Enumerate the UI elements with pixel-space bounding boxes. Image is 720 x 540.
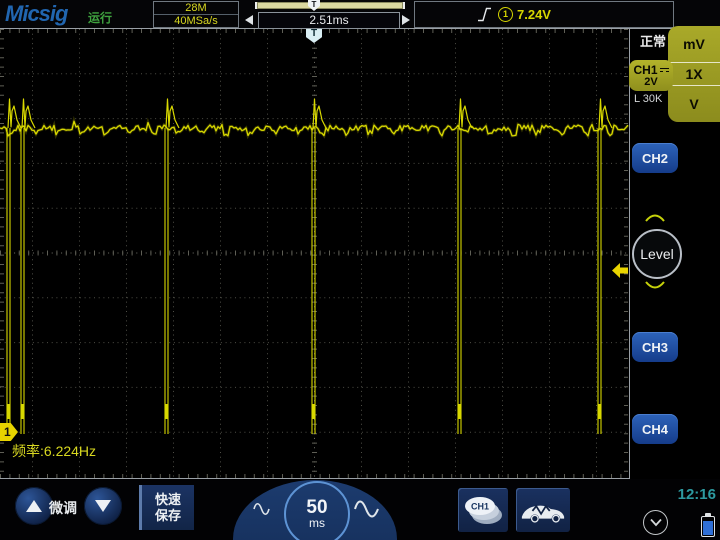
oscilloscope-screen: Micsig 运行 28M 40MSa/s T 2.51ms 1 7.24V T…	[0, 0, 720, 540]
ch1-bandwidth-label: L 30K	[634, 93, 663, 105]
top-status-bar: Micsig 运行 28M 40MSa/s T 2.51ms 1 7.24V	[0, 0, 720, 29]
auto-range-car-button[interactable]	[516, 488, 570, 532]
trigger-delay-increase-arrow[interactable]	[402, 15, 410, 25]
quick-save-button[interactable]: 快速 保存	[139, 485, 194, 530]
memory-depth-value: 28M	[154, 2, 238, 15]
trigger-level-arrow-icon[interactable]	[612, 263, 628, 278]
collapse-menu-button[interactable]	[643, 510, 668, 535]
sine-slow-icon[interactable]	[252, 500, 272, 518]
trigger-settings-button[interactable]: 1 7.24V	[414, 1, 674, 28]
scale-v-button[interactable]: V	[668, 86, 720, 122]
ch1-button[interactable]: CH1 2V	[629, 60, 673, 91]
fine-tune-label: 微调	[49, 500, 77, 516]
brand-logo: Micsig	[5, 1, 68, 26]
trigger-delay-decrease-arrow[interactable]	[245, 15, 253, 25]
ch2-button[interactable]: CH2	[632, 143, 678, 173]
ch3-button[interactable]: CH3	[632, 332, 678, 362]
fine-adjust-up-button[interactable]	[15, 487, 53, 525]
sine-fast-icon[interactable]	[352, 496, 382, 522]
down-triangle-icon	[95, 500, 111, 512]
stacked-channels-icon: CH1	[465, 497, 502, 524]
trigger-mode-label: 正常	[640, 34, 667, 49]
waveform-trace	[0, 29, 630, 478]
acquisition-info-button[interactable]: 28M 40MSa/s	[153, 1, 239, 28]
level-knob[interactable]: Level	[632, 229, 682, 279]
quick-save-label-1: 快速	[154, 491, 181, 507]
sample-rate-value: 40MSa/s	[174, 15, 218, 27]
trigger-position-slider-handle[interactable]: T	[308, 0, 320, 11]
fine-adjust-down-button[interactable]	[84, 487, 122, 525]
trigger-delay-value[interactable]: 2.51ms	[258, 12, 400, 29]
trigger-source-badge: 1	[498, 7, 513, 22]
channel-select-button[interactable]: CH1	[458, 488, 508, 532]
level-up-chevron-icon[interactable]	[644, 212, 666, 222]
chevron-down-icon	[649, 518, 662, 527]
car-icon	[521, 504, 565, 523]
rising-edge-icon	[478, 7, 491, 22]
ch4-button[interactable]: CH4	[632, 414, 678, 444]
level-down-chevron-icon[interactable]	[644, 281, 666, 291]
trigger-level-value: 7.24V	[517, 7, 551, 22]
waveform-display-area[interactable]: T 1 频率:6.224Hz	[0, 29, 630, 479]
run-status-label: 运行	[88, 11, 113, 25]
bottom-control-bar: 微调 快速 保存 50 ms CH1 12:16	[0, 479, 720, 540]
scale-mv-button[interactable]: mV	[668, 26, 720, 62]
probe-1x-button[interactable]: 1X	[668, 62, 720, 86]
frequency-readout: 频率:6.224Hz	[12, 443, 97, 459]
channel-select-label: CH1	[471, 502, 489, 512]
up-triangle-icon	[26, 500, 42, 512]
timebase-value: 50	[306, 497, 328, 518]
timebase-knob[interactable]: 50 ms	[284, 481, 350, 540]
quick-save-label-2: 保存	[154, 507, 181, 523]
battery-icon	[701, 513, 715, 537]
ch1-scale-value: 2V	[644, 75, 658, 88]
trigger-position-slider[interactable]	[255, 2, 405, 9]
ch1-label: CH1	[633, 62, 658, 77]
clock: 12:16	[677, 486, 716, 503]
timebase-unit: ms	[309, 516, 325, 530]
vertical-scale-control: mV 1X V	[668, 26, 720, 122]
dc-coupling-icon	[659, 67, 669, 72]
